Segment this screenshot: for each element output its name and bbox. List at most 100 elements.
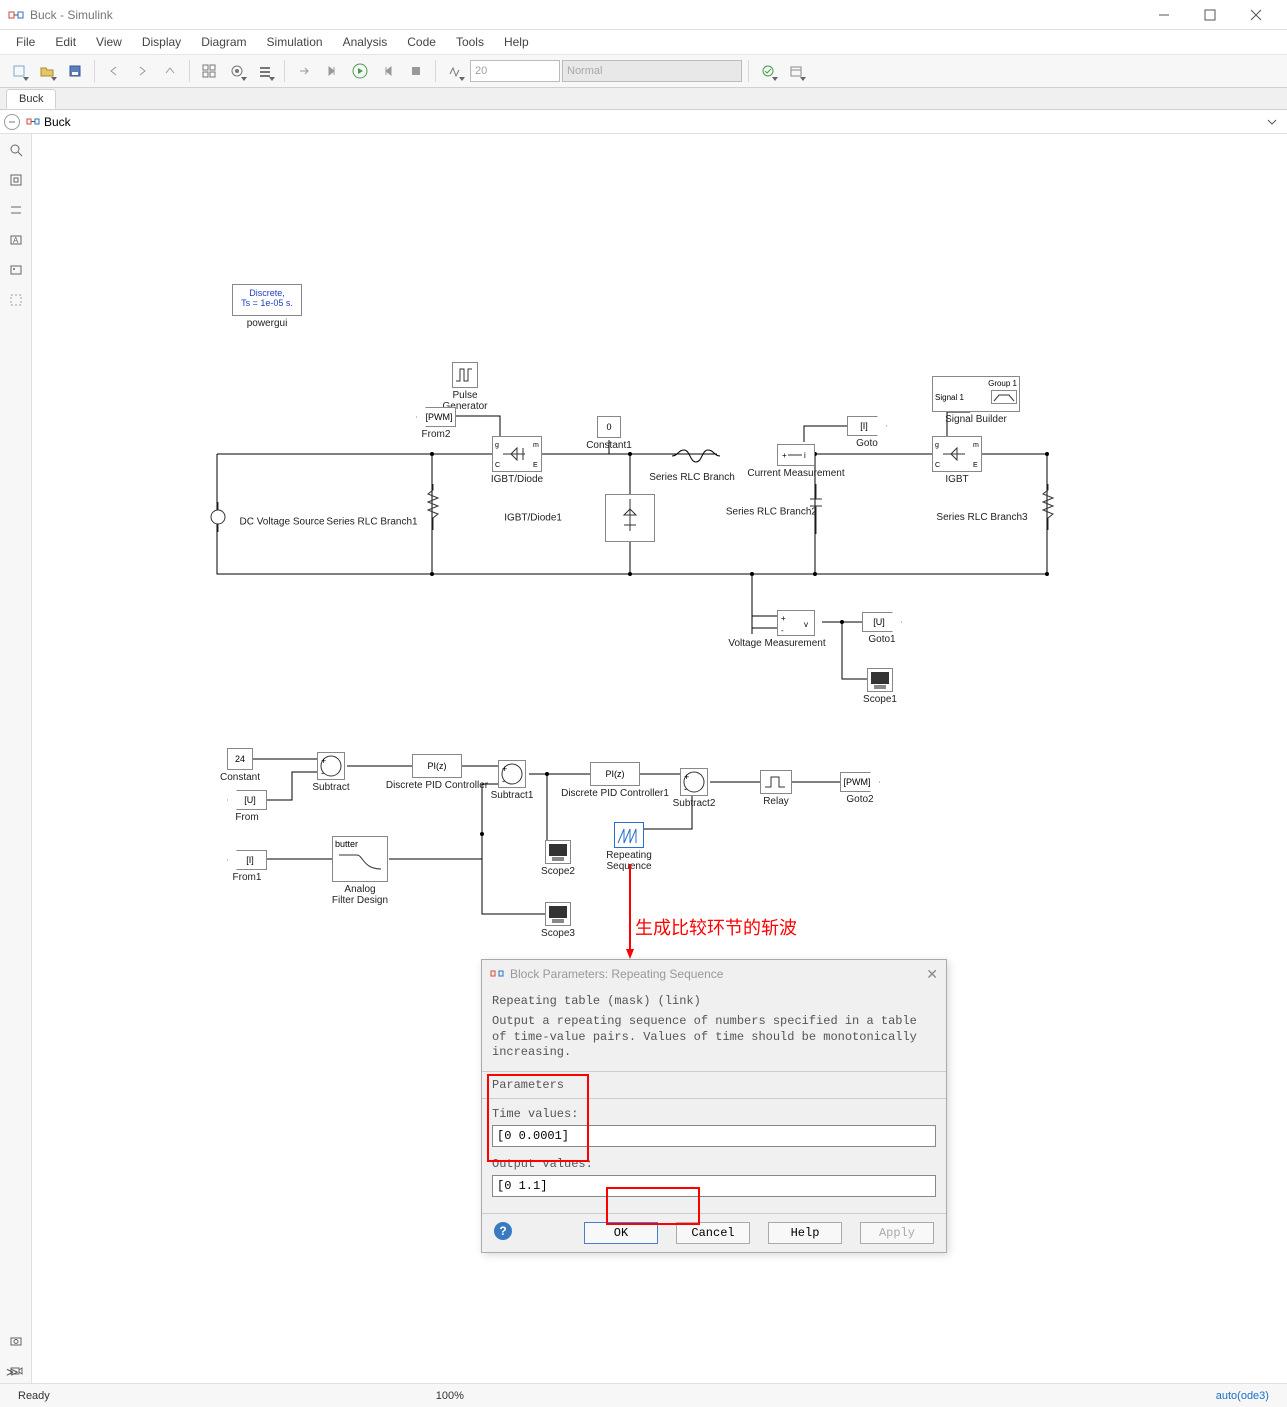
- menu-code[interactable]: Code: [397, 32, 446, 52]
- voltage-measurement-block[interactable]: +-v: [777, 610, 815, 636]
- scope1-block[interactable]: [867, 668, 893, 692]
- subtract2-block[interactable]: +-: [680, 768, 708, 796]
- dialog-help-icon[interactable]: ?: [494, 1222, 512, 1240]
- output-values-input[interactable]: [492, 1175, 936, 1197]
- powergui-block[interactable]: Discrete, Ts = 1e-05 s.: [232, 284, 302, 316]
- step-back-button[interactable]: [319, 58, 345, 84]
- filter-block[interactable]: butter: [332, 836, 388, 882]
- tab-buck[interactable]: Buck: [6, 89, 56, 109]
- up-button[interactable]: [157, 58, 183, 84]
- close-button[interactable]: [1233, 0, 1279, 30]
- menu-help[interactable]: Help: [494, 32, 539, 52]
- zoom-fit-button[interactable]: [4, 138, 28, 162]
- build-button[interactable]: [755, 58, 781, 84]
- stop-time-input[interactable]: [470, 60, 560, 82]
- stop-button[interactable]: [403, 58, 429, 84]
- ok-button[interactable]: OK: [584, 1222, 658, 1244]
- cancel-button[interactable]: Cancel: [676, 1222, 750, 1244]
- svg-text:-: -: [321, 768, 324, 778]
- igbt-diode1-block[interactable]: [605, 494, 655, 542]
- constant-block[interactable]: 24: [227, 748, 253, 770]
- svg-text:-: -: [502, 776, 505, 786]
- dialog-title: Block Parameters: Repeating Sequence: [510, 967, 723, 981]
- open-button[interactable]: [34, 58, 60, 84]
- signal-builder-block[interactable]: Group 1 Signal 1: [932, 376, 1020, 412]
- relay-block[interactable]: [760, 770, 792, 794]
- svg-text:-: -: [684, 784, 687, 794]
- scope2-block[interactable]: [545, 840, 571, 864]
- signal-builder-label: Signal Builder: [945, 414, 1007, 425]
- help-button[interactable]: Help: [768, 1222, 842, 1244]
- svg-text:E: E: [973, 462, 978, 469]
- pid1-block[interactable]: PI(z): [590, 762, 640, 786]
- goto-label: Goto: [856, 438, 878, 449]
- screenshot-button[interactable]: [4, 1329, 28, 1353]
- canvas[interactable]: Discrete, Ts = 1e-05 s. powergui Pulse G…: [32, 134, 1287, 1383]
- constant1-block[interactable]: 0: [597, 416, 621, 438]
- signal-button[interactable]: [442, 58, 468, 84]
- igbt-block[interactable]: gCmE: [932, 436, 982, 472]
- maximize-button[interactable]: [1187, 0, 1233, 30]
- goto2-label: Goto2: [846, 794, 873, 805]
- current-measurement-block[interactable]: +i: [777, 444, 815, 466]
- new-model-button[interactable]: [6, 58, 32, 84]
- svg-text:C: C: [935, 462, 940, 469]
- menu-simulation[interactable]: Simulation: [257, 32, 333, 52]
- menu-view[interactable]: View: [86, 32, 132, 52]
- menu-tools[interactable]: Tools: [446, 32, 494, 52]
- subtract-block[interactable]: +-: [317, 752, 345, 780]
- rlc3-label: Series RLC Branch3: [936, 512, 1027, 523]
- menu-bar: File Edit View Display Diagram Simulatio…: [0, 30, 1287, 54]
- library-browser-button[interactable]: [196, 58, 222, 84]
- breadcrumb-dropdown-icon[interactable]: [1267, 117, 1277, 127]
- area-button[interactable]: [4, 288, 28, 312]
- breadcrumb-bar: Buck: [0, 110, 1287, 134]
- save-button[interactable]: [62, 58, 88, 84]
- subtract1-label: Subtract1: [491, 790, 534, 801]
- rlc1-block[interactable]: [426, 484, 440, 534]
- nav-hide-button[interactable]: [4, 114, 20, 130]
- igbt-diode-block[interactable]: gCmE: [492, 436, 542, 472]
- schedule-button[interactable]: [783, 58, 809, 84]
- back-button[interactable]: [101, 58, 127, 84]
- menu-edit[interactable]: Edit: [45, 32, 86, 52]
- menu-display[interactable]: Display: [132, 32, 191, 52]
- forward-button[interactable]: [129, 58, 155, 84]
- pulse-generator-block[interactable]: [452, 362, 478, 388]
- scope3-block[interactable]: [545, 902, 571, 926]
- pid1-label: Discrete PID Controller1: [561, 788, 669, 799]
- igbt-diode-label: IGBT/Diode: [491, 474, 543, 485]
- menu-analysis[interactable]: Analysis: [333, 32, 398, 52]
- run-button[interactable]: [347, 58, 373, 84]
- model-explorer-button[interactable]: [252, 58, 278, 84]
- current-measurement-label: Current Measurement: [747, 468, 844, 479]
- step-forward-button[interactable]: [375, 58, 401, 84]
- dialog-close-button[interactable]: ✕: [926, 966, 938, 983]
- image-button[interactable]: [4, 258, 28, 282]
- expand-button[interactable]: ≫: [6, 1365, 19, 1379]
- model-config-button[interactable]: [224, 58, 250, 84]
- apply-button[interactable]: Apply: [860, 1222, 934, 1244]
- hide-show-button[interactable]: [4, 198, 28, 222]
- simulation-mode-select[interactable]: [562, 60, 742, 82]
- subtract1-block[interactable]: +-: [498, 760, 526, 788]
- repeating-sequence-block[interactable]: [614, 822, 644, 848]
- annotation-button[interactable]: A: [4, 228, 28, 252]
- fast-restart-button[interactable]: [291, 58, 317, 84]
- from-label: From: [235, 812, 258, 823]
- svg-text:i: i: [804, 451, 806, 460]
- rlc3-block[interactable]: [1041, 484, 1055, 534]
- menu-diagram[interactable]: Diagram: [191, 32, 256, 52]
- fit-to-view-button[interactable]: [4, 168, 28, 192]
- breadcrumb[interactable]: Buck: [26, 115, 1261, 129]
- status-solver[interactable]: auto(ode3): [1206, 1390, 1279, 1402]
- svg-text:+: +: [781, 614, 786, 623]
- model-icon: [26, 115, 40, 129]
- menu-file[interactable]: File: [6, 32, 45, 52]
- dialog-titlebar[interactable]: Block Parameters: Repeating Sequence ✕: [482, 960, 946, 988]
- pid-block[interactable]: PI(z): [412, 754, 462, 778]
- dc-source-block[interactable]: +: [210, 502, 226, 532]
- goto1-label: Goto1: [868, 634, 895, 645]
- igbt-label: IGBT: [945, 474, 968, 485]
- minimize-button[interactable]: [1141, 0, 1187, 30]
